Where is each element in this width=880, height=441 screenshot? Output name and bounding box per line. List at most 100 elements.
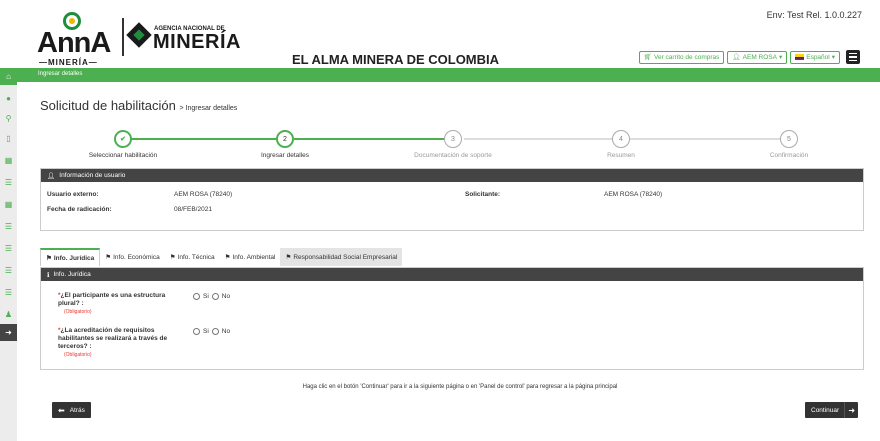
user-menu-button[interactable]: 👤︎ AEM ROSA ▾ (727, 50, 788, 64)
flag-icon: ⚑ (285, 254, 292, 261)
colombia-flag-icon (795, 54, 805, 60)
external-user-label: Usuario externo: (47, 191, 99, 198)
step-4-circle: 4 (612, 130, 630, 148)
radio-si[interactable] (193, 328, 200, 335)
legal-info-title: Info. Jurídica (53, 271, 91, 278)
step-3-label: Documentación de soporte (414, 152, 492, 159)
radio-no-label: No (221, 328, 231, 335)
cart-label: Ver carrito de compras (654, 53, 720, 61)
arrow-left-icon: ⬅ (58, 405, 65, 415)
question-text: ¿La acreditación de requisitos habilitan… (58, 327, 168, 350)
back-button[interactable]: ⬅ Atrás (52, 402, 91, 418)
step-4-label: Resumen (607, 152, 635, 159)
continue-button[interactable]: Continuar ➜ (805, 402, 859, 418)
arrow-circle-right-icon[interactable]: ➜ (0, 324, 17, 341)
cart-icon: 🛒︎ (643, 54, 652, 61)
user-label: AEM ROSA (742, 53, 777, 61)
applicant-label: Solicitante: (465, 191, 501, 198)
tab-label: Info. Jurídica (53, 254, 95, 262)
tab-label: Info. Ambiental (232, 253, 276, 261)
question-third-party: *¿La acreditación de requisitos habilita… (58, 327, 178, 359)
anna-mineria-logo[interactable]: AnnA —MINERÍA— (37, 12, 117, 67)
radio-no[interactable] (211, 328, 219, 335)
user-icon: 👤︎ (732, 54, 741, 61)
tab-info-tecnica[interactable]: ⚑ Info. Técnica (165, 248, 220, 266)
logo-divider (122, 18, 124, 56)
required-note: (Obligatorio) (64, 352, 92, 358)
user-info-header: 👤︎ Información de usuario (41, 169, 863, 182)
back-label: Atrás (69, 406, 85, 414)
continue-label: Continuar (811, 406, 840, 414)
step-5-label: Confirmación (769, 152, 809, 159)
step-2-label: Ingresar detalles (260, 152, 310, 159)
list-icon-4[interactable]: ☰ (0, 262, 17, 279)
tab-label: Responsabilidad Social Empresarial (293, 253, 398, 261)
info-tabs: ⚑ Info. Jurídica ⚑ Info. Económica ⚑ Inf… (40, 248, 403, 266)
home-icon[interactable]: ⌂ (0, 68, 17, 85)
user-info-title: Información de usuario (59, 172, 126, 179)
tab-label: Info. Económica (113, 253, 160, 261)
step-connector-active (294, 138, 454, 140)
step-5-circle: 5 (780, 130, 798, 148)
language-button[interactable]: Español ▾ (790, 50, 840, 64)
nav-bar: Ingresar detalles (0, 68, 880, 82)
tab-info-ambiental[interactable]: ⚑ Info. Ambiental (220, 248, 281, 266)
flag-icon: ⚑ (46, 255, 52, 262)
agency-diamond-icon (126, 22, 152, 48)
agency-big-text: MINERÍA (153, 31, 241, 53)
legal-info-header: ℹ Info. Jurídica (41, 268, 863, 281)
tab-info-economica[interactable]: ⚑ Info. Económica (100, 248, 164, 266)
date-value: 08/FEB/2021 (174, 206, 212, 213)
search-icon[interactable]: ⚲ (0, 110, 17, 127)
step-1-circle: ✔ (114, 130, 132, 148)
list-icon-5[interactable]: ☰ (0, 284, 17, 301)
language-label: Español (806, 53, 830, 61)
chevron-down-icon: ▾ (778, 54, 783, 61)
radio-si[interactable] (193, 293, 200, 300)
radio-no-label: No (221, 293, 231, 300)
external-user-value: AEM ROSA (78240) (174, 191, 233, 198)
flag-icon: ⚑ (224, 254, 231, 261)
question-text: ¿El participante es una estructura plura… (58, 292, 166, 307)
radio-si-label: Si (203, 293, 209, 300)
third-party-radios: Si No (193, 328, 230, 335)
footer-note: Haga clic en el botón 'Continuar' para i… (302, 384, 618, 390)
anna-logo-word: AnnA (37, 27, 111, 59)
grid-icon[interactable]: ▦ (0, 152, 17, 169)
arrow-right-icon: ➜ (844, 402, 858, 418)
mobile-icon[interactable]: ▯ (0, 130, 17, 147)
date-label: Fecha de radicación: (47, 206, 112, 213)
flag-icon: ⚑ (105, 254, 112, 261)
map-pin-icon[interactable]: ● (0, 90, 17, 107)
radio-no[interactable] (211, 293, 219, 300)
breadcrumb: > Ingresar detalles (179, 105, 238, 112)
site-title: EL ALMA MINERA DE COLOMBIA (292, 52, 500, 67)
flag-icon: ⚑ (169, 254, 176, 261)
cart-button[interactable]: 🛒︎ Ver carrito de compras (638, 50, 725, 64)
list-icon-2[interactable]: ☰ (0, 218, 17, 235)
tab-info-juridica[interactable]: ⚑ Info. Jurídica (40, 248, 101, 266)
tab-responsabilidad-social[interactable]: ⚑ Responsabilidad Social Empresarial (280, 248, 403, 266)
nav-current-page: Ingresar detalles (38, 71, 83, 77)
chevron-down-icon: ▾ (831, 54, 835, 61)
plural-structure-radios: Si No (193, 293, 230, 300)
required-note: (Obligatorio) (64, 309, 92, 315)
question-plural-structure: *¿El participante es una estructura plur… (58, 292, 178, 316)
applicant-value: AEM ROSA (78240) (604, 191, 663, 198)
user-info-panel: 👤︎ Información de usuario Usuario extern… (40, 168, 864, 231)
grid-icon-2[interactable]: ▦ (0, 196, 17, 213)
user-icon: 👤︎ (47, 172, 56, 180)
radio-si-label: Si (203, 328, 209, 335)
top-actions: 🛒︎ Ver carrito de compras 👤︎ AEM ROSA ▾ … (638, 50, 860, 64)
tab-label: Info. Técnica (177, 253, 215, 261)
users-icon[interactable]: ♟ (0, 306, 17, 323)
list-icon-3[interactable]: ☰ (0, 240, 17, 257)
page-title-text: Solicitud de habilitación (40, 98, 176, 113)
step-1-label: Seleccionar habilitación (88, 152, 158, 159)
step-3-circle: 3 (444, 130, 462, 148)
anna-logo-sub: —MINERÍA— (39, 58, 98, 67)
env-label: Env: Test Rel. 1.0.0.227 (766, 10, 862, 20)
page-title: Solicitud de habilitación > Ingresar det… (40, 98, 237, 113)
hamburger-menu-icon[interactable] (846, 50, 860, 64)
list-icon[interactable]: ☰ (0, 174, 17, 191)
